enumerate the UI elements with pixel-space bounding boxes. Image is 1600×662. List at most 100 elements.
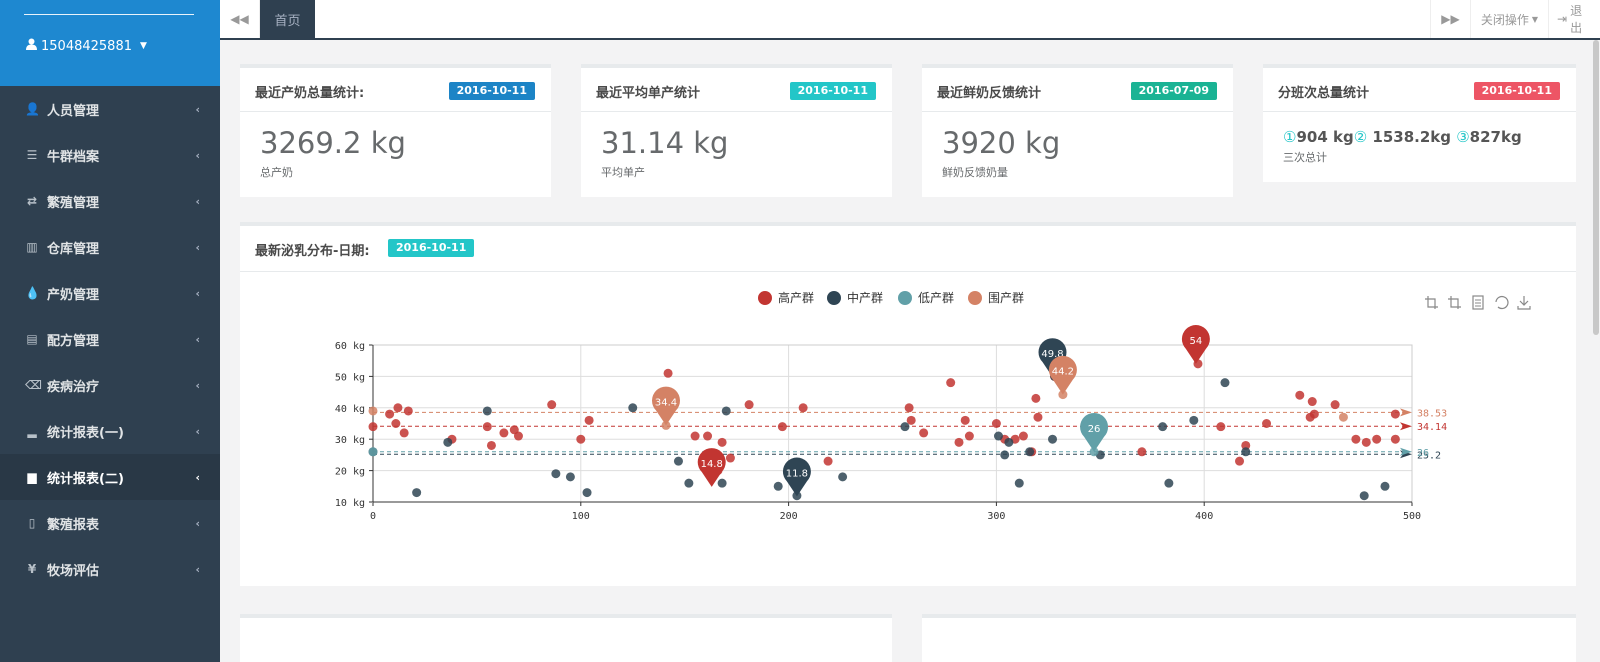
shift-1-marker: ① <box>1283 128 1297 146</box>
data-point <box>798 403 808 413</box>
markline-label: 34.14 <box>1417 422 1447 433</box>
logout-button[interactable]: ⇥ 退出 <box>1548 0 1600 38</box>
sidebar-item-4[interactable]: 💧 产奶管理 ‹ <box>0 270 220 316</box>
data-point <box>991 419 1001 428</box>
data-point <box>513 431 523 441</box>
sign-out-icon: ⇥ <box>1557 12 1568 26</box>
legend-marker <box>827 291 841 305</box>
data-point <box>717 437 727 447</box>
pin-marker: 54 <box>1181 325 1210 364</box>
sidebar-item-label: 牛群档案 <box>47 149 100 165</box>
sidebar-item-9[interactable]: ▯ 繁殖报表 ‹ <box>0 500 220 546</box>
y-tick-label: 50 kg <box>335 372 365 383</box>
legend-label: 中产群 <box>847 290 883 305</box>
legend-item[interactable]: 高产群 <box>758 290 814 305</box>
y-tick-label: 20 kg <box>335 467 365 478</box>
data-point <box>904 403 914 413</box>
tab-home[interactable]: 首页 <box>260 0 315 38</box>
data-point <box>993 431 1003 441</box>
data-point <box>1338 412 1348 422</box>
sidebar-item-5[interactable]: ▤ 配方管理 ‹ <box>0 316 220 362</box>
page-scrollbar[interactable] <box>1592 40 1600 662</box>
pin-marker: 11.8 <box>782 457 811 497</box>
markline-label: 38.53 <box>1417 408 1447 419</box>
restore-icon[interactable] <box>1495 295 1509 310</box>
sidebar-item-7[interactable]: ▂ 统计报表(一) ‹ <box>0 408 220 454</box>
sidebar-item-label: 统计报表(二) <box>47 471 124 487</box>
legend-item[interactable]: 低产群 <box>898 291 954 305</box>
list-icon: ▤ <box>26 332 38 346</box>
y-tick-label: 10 kg <box>335 498 365 509</box>
sidebar-item-8[interactable]: ▆ 统计报表(二) ‹ <box>0 454 220 500</box>
zoom-reset-icon[interactable] <box>1448 296 1461 309</box>
save-image-icon[interactable] <box>1517 296 1531 310</box>
date-badge: 2016-07-09 <box>1130 82 1217 100</box>
sidebar-item-6[interactable]: ⌫ 疾病治疗 ‹ <box>0 362 220 408</box>
sidebar: 15048425881 ▼ 👤 人员管理 ‹ ☰ 牛群档案 ‹ ⇄ 繁殖管理 ‹ ▥ 仓库管理 ‹ 💧 产… <box>0 0 220 662</box>
chevron-left-icon: ‹ <box>195 470 200 484</box>
data-point <box>919 428 929 438</box>
bar-chart-icon: ▥ <box>26 240 38 254</box>
data-point <box>1351 434 1361 444</box>
legend-item[interactable]: 中产群 <box>827 290 883 305</box>
bottom-panel-left <box>240 614 892 662</box>
stats-icon: ▆ <box>27 470 37 484</box>
data-point <box>1235 456 1245 466</box>
data-point <box>1262 419 1272 428</box>
caret-down-icon: ▼ <box>1531 14 1539 24</box>
user-icon <box>26 38 37 54</box>
chevron-left-icon: ‹ <box>195 240 200 254</box>
user-menu-toggle[interactable]: 15048425881 ▼ <box>26 38 147 54</box>
shift-caption: 三次总计 <box>1283 151 1327 164</box>
legend-label: 围产群 <box>988 291 1024 305</box>
pin-label: 14.8 <box>701 459 723 470</box>
sidebar-item-label: 繁殖报表 <box>47 517 100 533</box>
file-icon: ▯ <box>28 516 36 530</box>
legend-item[interactable]: 围产群 <box>968 291 1024 305</box>
scroll-tabs-left-button[interactable]: ◀◀ <box>220 0 260 38</box>
data-point <box>690 431 700 441</box>
backward-icon: ◀◀ <box>230 12 249 26</box>
sidebar-item-1[interactable]: ☰ 牛群档案 ‹ <box>0 132 220 178</box>
x-tick-label: 200 <box>780 511 798 522</box>
pin-label: 11.8 <box>786 468 808 479</box>
sidebar-item-0[interactable]: 👤 人员管理 ‹ <box>0 86 220 132</box>
sidebar-item-label: 牧场评估 <box>47 563 100 579</box>
forward-icon: ▶▶ <box>1441 12 1460 26</box>
x-tick-label: 400 <box>1195 511 1213 522</box>
pin-label: 26 <box>1088 424 1101 435</box>
sidebar-item-3[interactable]: ▥ 仓库管理 ‹ <box>0 224 220 270</box>
data-point <box>946 378 956 388</box>
close-operations-dropdown[interactable]: 关闭操作 ▼ <box>1470 0 1548 38</box>
x-tick-label: 300 <box>987 511 1005 522</box>
markline-label: 26 <box>1417 448 1429 459</box>
chevron-left-icon: ‹ <box>195 378 200 392</box>
data-point <box>960 415 970 425</box>
shift-total-card: 分班次总量统计 2016-10-11 ①904 kg② 1538.2kg ③827… <box>1263 64 1576 182</box>
data-point <box>954 437 964 447</box>
data-point <box>1295 390 1305 400</box>
data-point <box>1372 434 1382 444</box>
scrollbar-thumb[interactable] <box>1593 40 1599 335</box>
data-point <box>900 422 910 432</box>
eraser-icon: ⌫ <box>25 378 42 392</box>
y-tick-label: 60 kg <box>335 341 365 352</box>
sidebar-item-label: 人员管理 <box>47 103 100 119</box>
shift-2-marker: ② <box>1353 128 1368 146</box>
data-point <box>1048 434 1058 444</box>
sidebar-item-10[interactable]: ¥ 牧场评估 ‹ <box>0 546 220 592</box>
shift-2-value: 1538.2kg <box>1367 128 1451 146</box>
data-point <box>1158 422 1168 432</box>
data-view-icon[interactable] <box>1472 295 1484 310</box>
data-point <box>1361 437 1371 447</box>
zoom-icon[interactable] <box>1425 296 1438 309</box>
sidebar-item-2[interactable]: ⇄ 繁殖管理 ‹ <box>0 178 220 224</box>
y-tick-label: 40 kg <box>335 404 365 415</box>
data-point <box>1164 478 1174 488</box>
scroll-tabs-right-button[interactable]: ▶▶ <box>1430 0 1470 38</box>
data-point <box>1018 431 1028 441</box>
user-icon: 👤 <box>25 102 40 116</box>
fresh-milk-card: 最近鲜奶反馈统计 2016-07-09 3920 kg 鲜奶反馈奶量 <box>922 64 1233 197</box>
y-tick-label: 30 kg <box>335 435 365 446</box>
chart-panel-title: 最新泌乳分布-日期: <box>255 244 370 259</box>
